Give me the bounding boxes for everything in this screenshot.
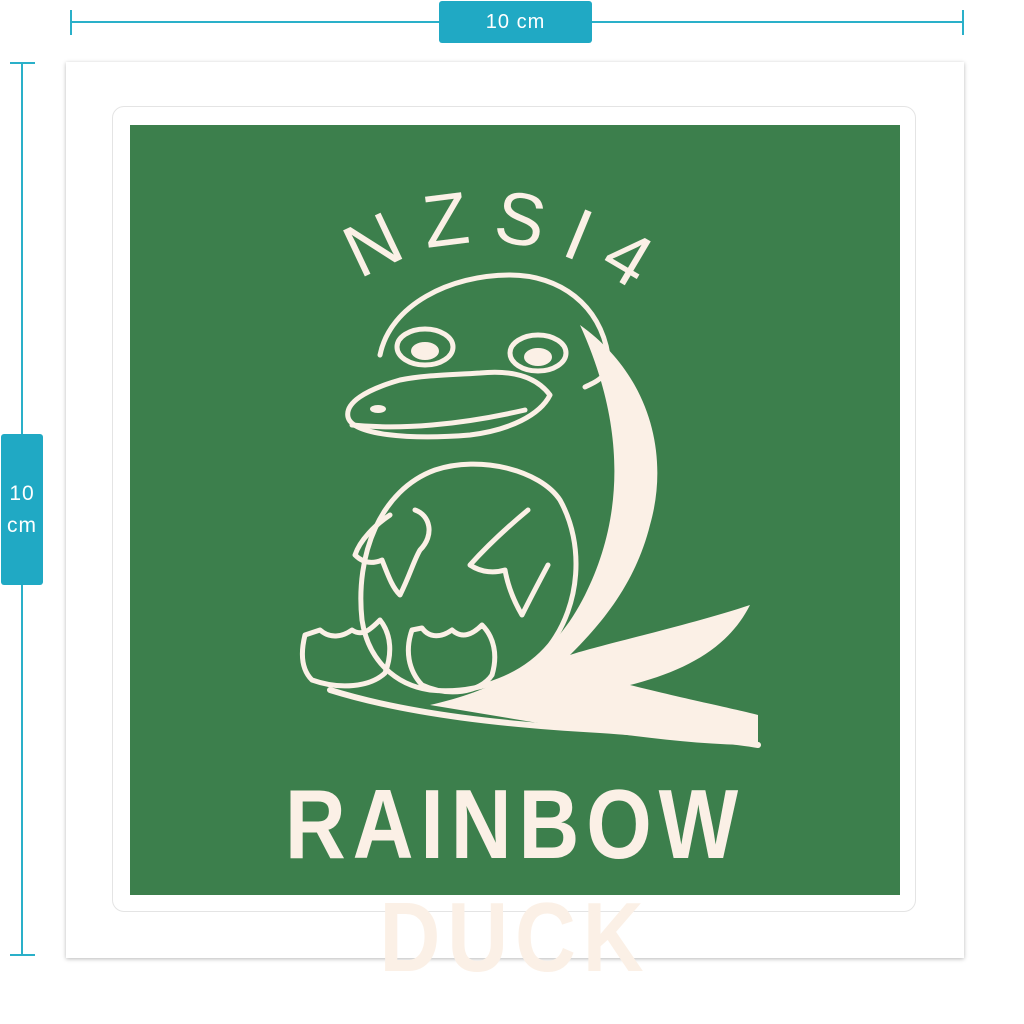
width-dimension-label: 10 cm: [485, 10, 546, 33]
height-ruler-top-tick: [10, 62, 35, 64]
sticker-artwork: NZSI4 RAINBOW DUCK: [130, 125, 900, 992]
top-text: NZSI4: [331, 173, 684, 314]
height-dimension-value: 10: [9, 481, 35, 505]
height-dimension-badge: 10 cm: [1, 434, 43, 585]
bottom-text: RAINBOW DUCK: [284, 769, 746, 992]
width-ruler-right-tick: [962, 10, 964, 35]
width-dimension-badge: 10 cm: [439, 1, 592, 43]
width-ruler-left-tick: [70, 10, 72, 35]
height-ruler-bottom-tick: [10, 954, 35, 956]
height-dimension-unit: cm: [7, 513, 37, 537]
